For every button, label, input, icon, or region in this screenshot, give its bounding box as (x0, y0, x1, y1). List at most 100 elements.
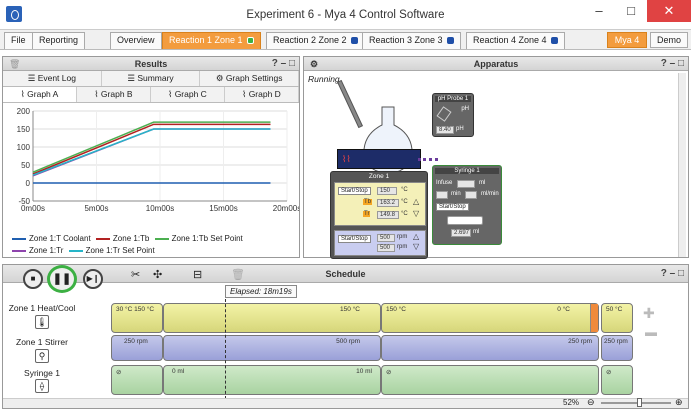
stir-segment[interactable]: 250 rpm (601, 335, 633, 361)
tb-unit: °C (401, 199, 408, 205)
tab-graph-a[interactable]: ⌇ Graph A (3, 87, 77, 102)
tab-reaction-1[interactable]: Reaction 1 Zone 1 (162, 32, 261, 49)
tab-overview[interactable]: Overview (110, 32, 162, 49)
stir-setpoint-input[interactable]: 500 (377, 234, 395, 242)
skip-button[interactable]: ▶❙ (83, 269, 103, 289)
trash-icon[interactable]: 🗑 (9, 57, 20, 71)
stirrer-icon[interactable]: ⚲ (35, 349, 49, 363)
legend-label: Zone 1:T Coolant (29, 234, 91, 243)
zoom-slider[interactable] (601, 402, 671, 404)
tab-graph-d[interactable]: ⌇ Graph D (225, 87, 299, 102)
row-label-stirrer: Zone 1 Stirrer (16, 337, 68, 347)
delete-icon[interactable]: 🗑 (231, 268, 245, 281)
syringe-segment[interactable]: ⊘ (381, 365, 599, 395)
syringe-volume: 2.697 (451, 229, 471, 237)
list-icon: ☰ (127, 73, 138, 83)
status-dot-icon (550, 37, 558, 45)
summary-label: Summary (137, 73, 174, 83)
tab-reaction-2[interactable]: Reaction 2 Zone 2 (266, 32, 365, 49)
heat-segment[interactable]: 50 °C (601, 303, 633, 333)
tab-graph-b[interactable]: ⌇ Graph B (77, 87, 151, 102)
heat-segment[interactable]: 30 °C 150 °C (111, 303, 163, 333)
segment-label: 0 ml (172, 368, 185, 375)
stir-segment[interactable]: 250 rpm (111, 335, 163, 361)
maximize-icon[interactable]: □ (678, 58, 684, 69)
heat-icon: ⌇⌇ (342, 154, 351, 164)
cut-icon[interactable]: ✂ (131, 268, 140, 281)
settings-icon[interactable]: ⚙ (310, 57, 318, 71)
stir-value-unit: rpm (397, 244, 408, 250)
maximize-icon[interactable]: □ (289, 58, 295, 69)
infuse-volume-input[interactable] (457, 180, 475, 188)
tr-label: Tr (363, 211, 371, 217)
tab-graph-c[interactable]: ⌇ Graph C (151, 87, 225, 102)
resize-handle[interactable] (590, 304, 598, 332)
syringe-icon[interactable]: ⟠ (35, 379, 49, 393)
maximize-button[interactable]: □ (615, 0, 647, 22)
legend-swatch (12, 237, 26, 240)
rate-input[interactable] (465, 191, 477, 199)
thermometer-icon[interactable]: 🌡 (35, 315, 49, 329)
graph-settings-button[interactable]: ⚙ Graph Settings (200, 71, 300, 86)
stir-segment[interactable]: 500 rpm (163, 335, 381, 361)
minimize-button[interactable]: – (583, 0, 615, 22)
segment-label: 250 rpm (568, 338, 592, 345)
segment-label: 50 °C (606, 306, 623, 313)
zone-startstop-button[interactable]: Start/Stop (338, 187, 371, 195)
schedule-scrollbar[interactable] (3, 398, 688, 408)
stirrer-control: Start/Stop 500 rpm △ 500 rpm ▽ (334, 230, 426, 256)
probe-title: pH Probe 1 (435, 96, 471, 102)
temp-setpoint-input[interactable]: 150 (377, 187, 397, 195)
segment-label: 150 °C (340, 306, 360, 313)
down-arrow-icon[interactable]: ▽ (413, 242, 419, 251)
tr-unit: °C (401, 211, 408, 217)
syringe-segment[interactable]: 0 ml 10 ml (163, 365, 381, 395)
syringe-volume-unit: ml (473, 229, 480, 235)
heat-segment[interactable]: 150 °C 0 °C (381, 303, 599, 333)
minimize-icon[interactable]: – (281, 58, 287, 69)
note-icon[interactable]: ⊟ (193, 268, 202, 281)
minimize-icon[interactable]: – (670, 268, 676, 279)
syringe-startstop-button[interactable]: Start/Stop (436, 203, 469, 211)
x-tick-label: 5m00s (84, 204, 108, 213)
syringe-segment[interactable]: ⊘ (111, 365, 163, 395)
close-button[interactable]: ✕ (647, 0, 691, 22)
help-icon[interactable]: ? (661, 268, 667, 279)
stop-button[interactable]: ■ (23, 269, 43, 289)
stirrer-startstop-button[interactable]: Start/Stop (338, 235, 371, 243)
apparatus-scrollbar[interactable] (678, 73, 686, 257)
pause-button[interactable]: ❚❚ (47, 265, 77, 293)
duration-input[interactable] (436, 191, 448, 199)
temperature-control: Start/Stop 150 °C Tb 163.2 °C △ Tr 149.8… (334, 182, 426, 226)
tab-reporting[interactable]: Reporting (32, 32, 86, 49)
probe-unit: pH (461, 106, 469, 112)
schedule-title: Schedule (325, 269, 366, 279)
zoom-slider-thumb[interactable] (637, 398, 642, 407)
legend-label: Zone 1:Tr (29, 246, 64, 255)
results-title: Results (134, 59, 168, 69)
add-icon[interactable]: ✚ (643, 305, 655, 322)
tab-reaction-3[interactable]: Reaction 3 Zone 3 (362, 32, 461, 49)
heat-segment[interactable]: 150 °C (163, 303, 381, 333)
remove-icon[interactable]: ▬ (645, 325, 657, 339)
up-arrow-icon[interactable]: △ (413, 197, 419, 206)
tab-file[interactable]: File (4, 32, 33, 49)
minimize-icon[interactable]: – (670, 58, 676, 69)
zoom-out-icon[interactable]: ⊖ (587, 397, 595, 408)
split-icon[interactable]: ✣ (153, 268, 162, 281)
stir-segment[interactable]: 250 rpm (381, 335, 599, 361)
tab-reaction-4[interactable]: Reaction 4 Zone 4 (466, 32, 565, 49)
maximize-icon[interactable]: □ (678, 268, 684, 279)
help-icon[interactable]: ? (661, 58, 667, 69)
disabled-icon: ⊘ (116, 369, 122, 376)
zoom-in-icon[interactable]: ⊕ (675, 397, 683, 408)
event-log-button[interactable]: ☰ Event Log (3, 71, 102, 86)
help-icon[interactable]: ? (272, 58, 278, 69)
ph-probe-widget[interactable]: pH Probe 1 pH 8.40 pH (432, 93, 474, 137)
mya4-button[interactable]: Mya 4 (607, 32, 647, 48)
syringe-segment[interactable]: ⊘ (601, 365, 633, 395)
up-arrow-icon[interactable]: △ (413, 232, 419, 241)
demo-button[interactable]: Demo (650, 32, 688, 48)
down-arrow-icon[interactable]: ▽ (413, 209, 419, 218)
summary-button[interactable]: ☰ Summary (102, 71, 201, 86)
